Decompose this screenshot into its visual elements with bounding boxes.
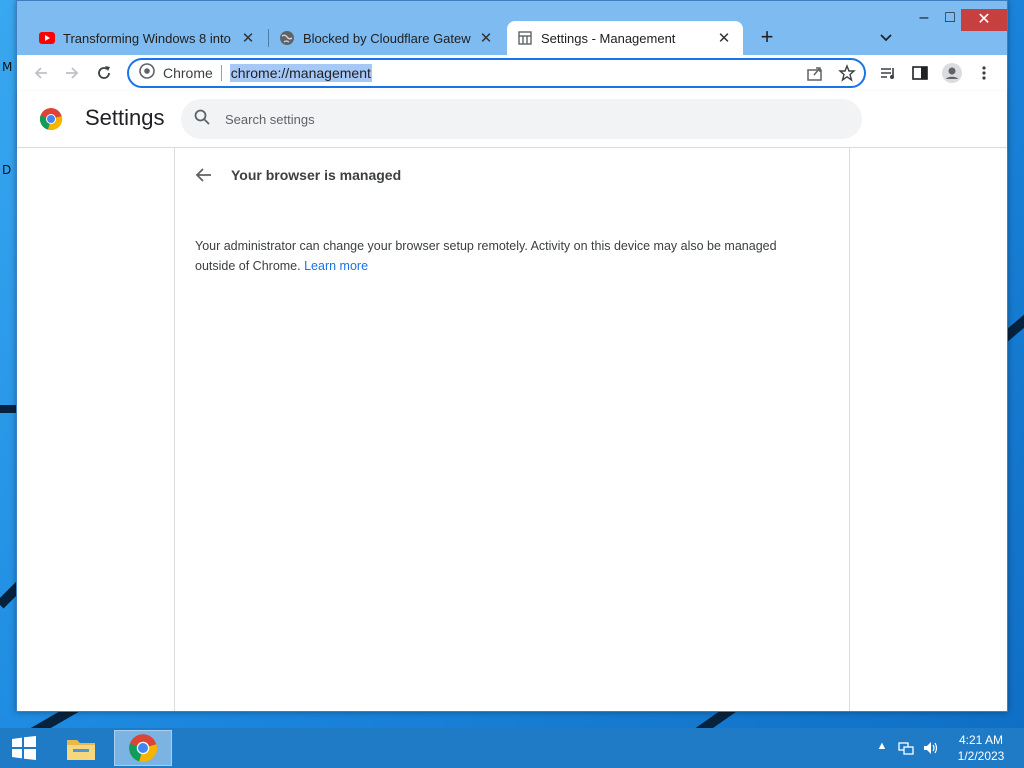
file-explorer-taskbar-button[interactable] xyxy=(58,730,104,766)
desktop-icon-label[interactable]: D xyxy=(2,163,11,177)
chrome-taskbar-button[interactable] xyxy=(114,730,172,766)
tab-title: Blocked by Cloudflare Gateway xyxy=(303,30,471,46)
new-tab-button[interactable]: + xyxy=(753,25,781,51)
tab-title: Settings - Management xyxy=(541,30,676,46)
network-icon[interactable] xyxy=(898,740,914,756)
kebab-menu-icon[interactable] xyxy=(972,61,996,85)
description-text: Your administrator can change your brows… xyxy=(195,239,777,273)
tab-cloudflare[interactable]: Blocked by Cloudflare Gateway ✕ xyxy=(269,21,505,55)
settings-header: Settings Search settings xyxy=(17,91,1007,148)
start-button[interactable] xyxy=(0,728,48,768)
tray-expand-icon[interactable]: ▲ xyxy=(874,740,890,756)
clock-date: 1/2/2023 xyxy=(957,749,1005,763)
url-text[interactable]: chrome://management xyxy=(229,64,372,82)
tab-title: Transforming Windows 8 into Wi xyxy=(63,30,233,46)
search-icon xyxy=(193,108,211,131)
system-clock[interactable]: 4:21 AM 1/2/2023 xyxy=(946,732,1016,764)
forward-icon[interactable] xyxy=(60,61,84,85)
window-close-button[interactable]: ✕ xyxy=(961,9,1007,31)
folder-icon xyxy=(67,740,95,760)
globe-icon xyxy=(279,30,295,46)
profile-avatar-icon[interactable] xyxy=(940,61,964,85)
bookmark-star-icon[interactable] xyxy=(838,64,856,87)
search-input[interactable]: Search settings xyxy=(181,99,862,139)
tab-settings[interactable]: Settings - Management ✕ xyxy=(507,21,743,55)
desktop-icon-label[interactable]: M xyxy=(2,60,12,74)
share-icon[interactable] xyxy=(806,64,824,87)
volume-icon[interactable] xyxy=(922,740,938,756)
address-bar[interactable]: Chrome chrome://management xyxy=(127,58,866,88)
clock-time: 4:21 AM xyxy=(958,733,1004,747)
close-tab-icon[interactable]: ✕ xyxy=(239,29,257,47)
tab-strip: Transforming Windows 8 into Wi ✕ Blocked… xyxy=(17,1,1007,55)
tab-youtube[interactable]: Transforming Windows 8 into Wi ✕ xyxy=(29,21,267,55)
back-icon[interactable] xyxy=(29,61,53,85)
close-tab-icon[interactable]: ✕ xyxy=(715,29,733,47)
site-label: Chrome xyxy=(163,65,222,81)
taskbar: ▲ 4:21 AM 1/2/2023 xyxy=(0,728,1024,768)
reload-icon[interactable] xyxy=(92,61,116,85)
tab-search-chevron-icon[interactable] xyxy=(875,26,897,48)
windows-logo-icon xyxy=(12,736,36,760)
chrome-icon xyxy=(139,62,155,84)
settings-content: Your browser is managed Your administrat… xyxy=(17,148,1007,711)
side-panel-icon[interactable] xyxy=(908,61,932,85)
back-arrow-icon[interactable] xyxy=(193,164,215,186)
section-heading: Your browser is managed xyxy=(231,167,402,183)
minimize-button[interactable]: – xyxy=(913,5,935,31)
settings-page-icon xyxy=(517,30,533,46)
search-placeholder: Search settings xyxy=(225,111,315,127)
chrome-icon xyxy=(129,734,158,762)
learn-more-link[interactable]: Learn more xyxy=(304,259,368,273)
close-tab-icon[interactable]: ✕ xyxy=(477,29,495,47)
maximize-button[interactable]: □ xyxy=(939,5,961,31)
page-title: Settings xyxy=(85,105,165,130)
reading-list-icon[interactable] xyxy=(876,61,900,85)
management-description: Your administrator can change your brows… xyxy=(195,236,815,276)
browser-toolbar: Chrome chrome://management xyxy=(17,55,1007,91)
chrome-logo-icon xyxy=(39,107,63,131)
youtube-icon xyxy=(39,30,55,46)
management-card: Your browser is managed Your administrat… xyxy=(174,148,850,711)
browser-window: Transforming Windows 8 into Wi ✕ Blocked… xyxy=(16,0,1008,712)
